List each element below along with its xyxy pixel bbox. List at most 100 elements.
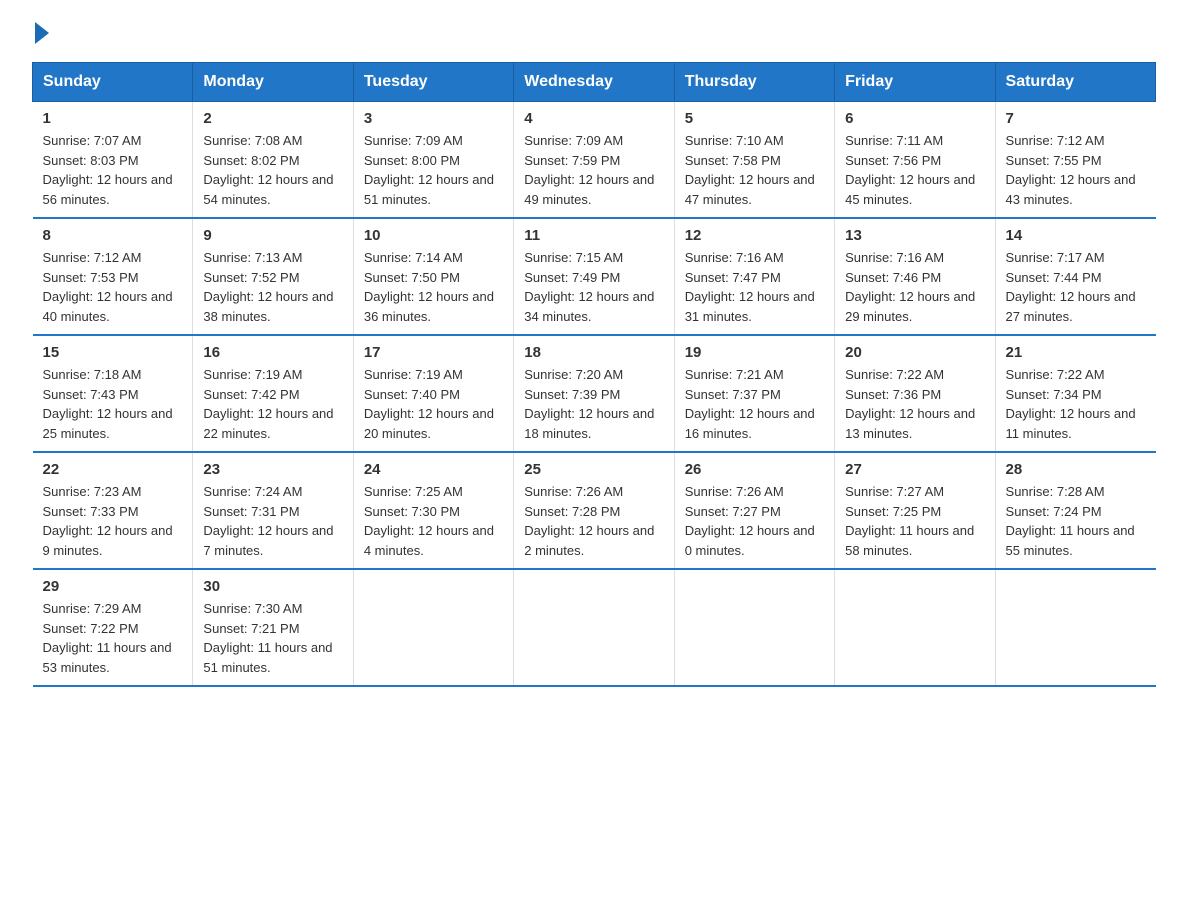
day-info: Sunrise: 7:21 AM Sunset: 7:37 PM Dayligh… (685, 365, 824, 443)
day-number: 3 (364, 110, 503, 127)
day-number: 24 (364, 461, 503, 478)
calendar-cell: 15 Sunrise: 7:18 AM Sunset: 7:43 PM Dayli… (33, 335, 193, 452)
day-info: Sunrise: 7:07 AM Sunset: 8:03 PM Dayligh… (43, 131, 183, 209)
day-info: Sunrise: 7:17 AM Sunset: 7:44 PM Dayligh… (1006, 248, 1146, 326)
day-number: 28 (1006, 461, 1146, 478)
calendar-cell: 30 Sunrise: 7:30 AM Sunset: 7:21 PM Dayli… (193, 569, 353, 686)
day-number: 30 (203, 578, 342, 595)
calendar-cell: 19 Sunrise: 7:21 AM Sunset: 7:37 PM Dayli… (674, 335, 834, 452)
calendar-cell: 11 Sunrise: 7:15 AM Sunset: 7:49 PM Dayli… (514, 218, 674, 335)
day-number: 23 (203, 461, 342, 478)
day-info: Sunrise: 7:22 AM Sunset: 7:34 PM Dayligh… (1006, 365, 1146, 443)
day-info: Sunrise: 7:25 AM Sunset: 7:30 PM Dayligh… (364, 482, 503, 560)
day-number: 10 (364, 227, 503, 244)
day-info: Sunrise: 7:18 AM Sunset: 7:43 PM Dayligh… (43, 365, 183, 443)
day-info: Sunrise: 7:28 AM Sunset: 7:24 PM Dayligh… (1006, 482, 1146, 560)
column-header-friday: Friday (835, 63, 995, 102)
calendar-cell (995, 569, 1155, 686)
day-info: Sunrise: 7:13 AM Sunset: 7:52 PM Dayligh… (203, 248, 342, 326)
calendar-cell: 16 Sunrise: 7:19 AM Sunset: 7:42 PM Dayli… (193, 335, 353, 452)
day-info: Sunrise: 7:26 AM Sunset: 7:27 PM Dayligh… (685, 482, 824, 560)
calendar-cell: 12Sunrise: 7:16 AM Sunset: 7:47 PM Dayli… (674, 218, 834, 335)
day-info: Sunrise: 7:16 AM Sunset: 7:46 PM Dayligh… (845, 248, 984, 326)
column-header-tuesday: Tuesday (353, 63, 513, 102)
day-info: Sunrise: 7:23 AM Sunset: 7:33 PM Dayligh… (43, 482, 183, 560)
calendar-cell: 21 Sunrise: 7:22 AM Sunset: 7:34 PM Dayli… (995, 335, 1155, 452)
logo-arrow-icon (35, 22, 49, 44)
day-info: Sunrise: 7:19 AM Sunset: 7:42 PM Dayligh… (203, 365, 342, 443)
calendar-week-row: 1 Sunrise: 7:07 AM Sunset: 8:03 PM Daylig… (33, 102, 1156, 219)
calendar-cell (835, 569, 995, 686)
calendar-cell: 7 Sunrise: 7:12 AM Sunset: 7:55 PM Daylig… (995, 102, 1155, 219)
day-number: 11 (524, 227, 663, 244)
day-info: Sunrise: 7:22 AM Sunset: 7:36 PM Dayligh… (845, 365, 984, 443)
day-number: 12 (685, 227, 824, 244)
day-info: Sunrise: 7:26 AM Sunset: 7:28 PM Dayligh… (524, 482, 663, 560)
day-number: 2 (203, 110, 342, 127)
calendar-cell: 24 Sunrise: 7:25 AM Sunset: 7:30 PM Dayli… (353, 452, 513, 569)
calendar-cell: 25 Sunrise: 7:26 AM Sunset: 7:28 PM Dayli… (514, 452, 674, 569)
day-number: 15 (43, 344, 183, 361)
column-header-wednesday: Wednesday (514, 63, 674, 102)
day-number: 16 (203, 344, 342, 361)
day-number: 7 (1006, 110, 1146, 127)
calendar-week-row: 15 Sunrise: 7:18 AM Sunset: 7:43 PM Dayli… (33, 335, 1156, 452)
day-number: 25 (524, 461, 663, 478)
calendar-cell: 22Sunrise: 7:23 AM Sunset: 7:33 PM Dayli… (33, 452, 193, 569)
calendar-cell: 3 Sunrise: 7:09 AM Sunset: 8:00 PM Daylig… (353, 102, 513, 219)
day-number: 19 (685, 344, 824, 361)
day-info: Sunrise: 7:15 AM Sunset: 7:49 PM Dayligh… (524, 248, 663, 326)
calendar-cell: 9 Sunrise: 7:13 AM Sunset: 7:52 PM Daylig… (193, 218, 353, 335)
day-number: 8 (43, 227, 183, 244)
calendar-cell: 6 Sunrise: 7:11 AM Sunset: 7:56 PM Daylig… (835, 102, 995, 219)
day-number: 27 (845, 461, 984, 478)
calendar-cell: 18Sunrise: 7:20 AM Sunset: 7:39 PM Dayli… (514, 335, 674, 452)
day-info: Sunrise: 7:09 AM Sunset: 7:59 PM Dayligh… (524, 131, 663, 209)
day-number: 5 (685, 110, 824, 127)
calendar-cell: 27 Sunrise: 7:27 AM Sunset: 7:25 PM Dayli… (835, 452, 995, 569)
day-info: Sunrise: 7:19 AM Sunset: 7:40 PM Dayligh… (364, 365, 503, 443)
day-info: Sunrise: 7:24 AM Sunset: 7:31 PM Dayligh… (203, 482, 342, 560)
day-number: 6 (845, 110, 984, 127)
day-info: Sunrise: 7:29 AM Sunset: 7:22 PM Dayligh… (43, 599, 183, 677)
calendar-cell: 4 Sunrise: 7:09 AM Sunset: 7:59 PM Daylig… (514, 102, 674, 219)
calendar-cell: 20Sunrise: 7:22 AM Sunset: 7:36 PM Dayli… (835, 335, 995, 452)
calendar-cell: 29 Sunrise: 7:29 AM Sunset: 7:22 PM Dayli… (33, 569, 193, 686)
column-header-saturday: Saturday (995, 63, 1155, 102)
calendar-cell: 28 Sunrise: 7:28 AM Sunset: 7:24 PM Dayli… (995, 452, 1155, 569)
column-header-thursday: Thursday (674, 63, 834, 102)
day-info: Sunrise: 7:20 AM Sunset: 7:39 PM Dayligh… (524, 365, 663, 443)
day-number: 4 (524, 110, 663, 127)
page-header (32, 24, 1156, 44)
calendar-cell: 2 Sunrise: 7:08 AM Sunset: 8:02 PM Daylig… (193, 102, 353, 219)
day-info: Sunrise: 7:11 AM Sunset: 7:56 PM Dayligh… (845, 131, 984, 209)
day-info: Sunrise: 7:27 AM Sunset: 7:25 PM Dayligh… (845, 482, 984, 560)
day-info: Sunrise: 7:09 AM Sunset: 8:00 PM Dayligh… (364, 131, 503, 209)
day-number: 1 (43, 110, 183, 127)
calendar-cell (353, 569, 513, 686)
calendar-cell: 23 Sunrise: 7:24 AM Sunset: 7:31 PM Dayli… (193, 452, 353, 569)
day-info: Sunrise: 7:08 AM Sunset: 8:02 PM Dayligh… (203, 131, 342, 209)
day-number: 21 (1006, 344, 1146, 361)
calendar-cell: 10 Sunrise: 7:14 AM Sunset: 7:50 PM Dayli… (353, 218, 513, 335)
calendar-cell: 1 Sunrise: 7:07 AM Sunset: 8:03 PM Daylig… (33, 102, 193, 219)
day-number: 17 (364, 344, 503, 361)
column-header-monday: Monday (193, 63, 353, 102)
day-info: Sunrise: 7:14 AM Sunset: 7:50 PM Dayligh… (364, 248, 503, 326)
day-number: 9 (203, 227, 342, 244)
calendar-cell: 17 Sunrise: 7:19 AM Sunset: 7:40 PM Dayli… (353, 335, 513, 452)
calendar-cell (514, 569, 674, 686)
day-info: Sunrise: 7:12 AM Sunset: 7:55 PM Dayligh… (1006, 131, 1146, 209)
calendar-week-row: 29 Sunrise: 7:29 AM Sunset: 7:22 PM Dayli… (33, 569, 1156, 686)
calendar-week-row: 8 Sunrise: 7:12 AM Sunset: 7:53 PM Daylig… (33, 218, 1156, 335)
day-number: 29 (43, 578, 183, 595)
day-info: Sunrise: 7:30 AM Sunset: 7:21 PM Dayligh… (203, 599, 342, 677)
calendar-cell: 5 Sunrise: 7:10 AM Sunset: 7:58 PM Daylig… (674, 102, 834, 219)
day-number: 14 (1006, 227, 1146, 244)
calendar-header-row: SundayMondayTuesdayWednesdayThursdayFrid… (33, 63, 1156, 102)
day-info: Sunrise: 7:10 AM Sunset: 7:58 PM Dayligh… (685, 131, 824, 209)
day-number: 26 (685, 461, 824, 478)
column-header-sunday: Sunday (33, 63, 193, 102)
day-number: 13 (845, 227, 984, 244)
day-info: Sunrise: 7:12 AM Sunset: 7:53 PM Dayligh… (43, 248, 183, 326)
